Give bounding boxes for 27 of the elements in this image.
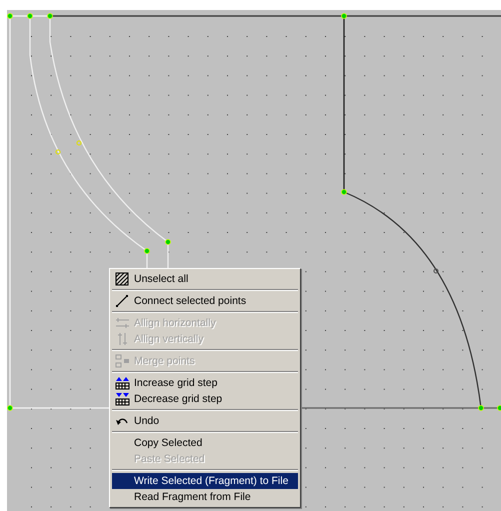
menu-item[interactable]: Copy Selected <box>112 435 298 451</box>
point-marker[interactable] <box>165 239 171 245</box>
line-icon <box>115 294 130 308</box>
point-marker[interactable] <box>341 13 347 19</box>
point-marker[interactable] <box>497 405 501 411</box>
hatched-square-icon <box>115 272 130 286</box>
point-marker[interactable] <box>7 405 13 411</box>
menu-item[interactable]: Read Fragment from File <box>112 489 298 505</box>
point-marker[interactable] <box>478 405 484 411</box>
merge-icon <box>115 354 130 368</box>
point-marker[interactable] <box>27 13 33 19</box>
grid-icon <box>115 376 130 390</box>
menu-item[interactable]: Connect selected points <box>112 293 298 309</box>
align-vertical-icon <box>115 332 130 346</box>
menu-item[interactable]: Write Selected (Fragment) to File <box>112 473 298 489</box>
grid-icon <box>115 392 130 406</box>
menu-item[interactable]: Undo <box>112 413 298 429</box>
align-horizontal-icon <box>115 316 130 330</box>
point-marker[interactable] <box>341 189 347 195</box>
menu-item[interactable]: Unselect all <box>112 271 298 287</box>
point-marker[interactable] <box>47 13 53 19</box>
control-point[interactable] <box>434 268 438 274</box>
point-marker[interactable] <box>7 13 13 19</box>
drawing-canvas[interactable] <box>7 10 501 511</box>
point-marker[interactable] <box>144 248 150 254</box>
menu-item[interactable]: Decrease grid step <box>112 391 298 407</box>
menu-item[interactable]: Increase grid step <box>112 375 298 391</box>
